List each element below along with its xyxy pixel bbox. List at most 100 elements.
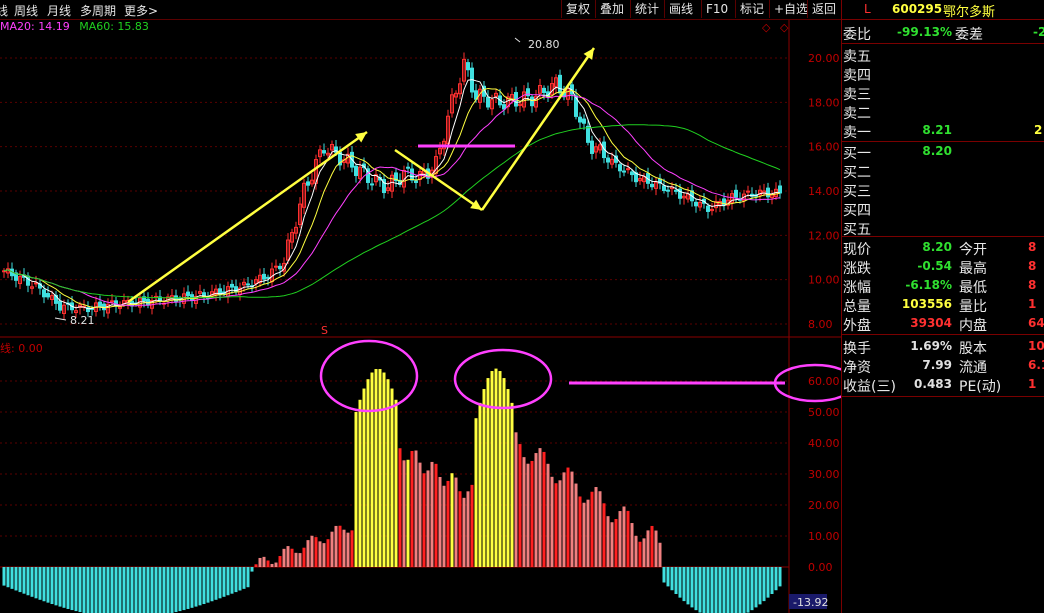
indicator-bar [318, 541, 322, 567]
candle-body [674, 189, 678, 192]
s-marker: S [321, 324, 328, 337]
indicator-bar [166, 567, 170, 613]
stat-value-2: 8 [1028, 259, 1037, 273]
indicator-bar [650, 525, 654, 567]
indicator-bar [342, 529, 346, 567]
stat-value-2: 10.3 [1028, 339, 1044, 353]
indicator-bar [14, 567, 18, 591]
ma60-label: MA60: 15.83 [79, 20, 149, 33]
stat-row: 换手1.69%股本10.3 [842, 337, 1044, 357]
candle-body [734, 189, 738, 198]
ma-legend: MA20: 14.19 MA60: 15.83 [0, 20, 149, 33]
toolbar-item-monthly[interactable]: 月线 [47, 2, 71, 19]
toolbar-button-back[interactable]: 返回 [807, 0, 840, 18]
indicator-bar [406, 459, 410, 567]
indicator-bar [38, 567, 42, 600]
toolbar-item-weekly[interactable]: 周线 [14, 2, 38, 19]
toolbar-button-add-favorite[interactable]: +自选 [769, 0, 812, 18]
indicator-bar [302, 547, 306, 567]
indicator-bar [10, 567, 14, 589]
indicator-bar [174, 567, 178, 613]
toolbar-button-draw[interactable]: 画线 [664, 0, 697, 18]
stat-value-2: 8 [1028, 278, 1037, 292]
stat-row: 总量 103556 量比 1 [842, 295, 1044, 315]
indicator-bar [750, 567, 754, 611]
arrow-rise-1 [127, 130, 368, 304]
indicator-bar [762, 567, 766, 602]
indicator-bar [70, 567, 74, 611]
indicator-bar [674, 567, 678, 594]
candle-body [666, 189, 670, 192]
indicator-bar [578, 496, 582, 567]
indicator-bar [742, 567, 746, 613]
toolbar-button-adjust[interactable]: 复权 [561, 0, 594, 18]
candle-body [186, 291, 190, 297]
stat-value-2: 8 [1028, 240, 1037, 254]
indicator-bar [186, 567, 190, 609]
indicator-bar [614, 519, 618, 567]
indicator-bar [522, 457, 526, 567]
indicator-bar [102, 567, 106, 613]
toolbar-button-stats[interactable]: 统计 [630, 0, 663, 18]
toolbar-button-mark[interactable]: 标记 [735, 0, 768, 18]
quote-panel: L 600295 鄂尔多斯 委比 -99.13% 委差 -2 卖五 卖四 卖三 卖二卖… [841, 0, 1044, 613]
candle-body [278, 265, 282, 270]
toolbar-button-overlay[interactable]: 叠加 [595, 0, 628, 18]
indicator-bar [230, 567, 234, 594]
indicator-bar [562, 472, 566, 567]
indicator-bar [626, 510, 630, 567]
indicator-bar [234, 567, 238, 593]
buy-row-3-label: 买三 [843, 184, 871, 200]
indicator-bar [466, 491, 470, 567]
candle-body [626, 168, 630, 171]
indicator-bar [610, 522, 614, 567]
indicator-bar [198, 567, 202, 606]
indicator-bar [654, 530, 658, 567]
stat-value-2: 1 [1028, 297, 1037, 311]
indicator-bar [178, 567, 182, 612]
sell-row-1-price: 8.21 [922, 123, 952, 137]
indicator-bar [266, 560, 270, 567]
toolbar-item-period[interactable]: 线 [0, 2, 8, 19]
stat-value: -6.18% [905, 278, 952, 292]
candle-body [606, 157, 610, 163]
weicha-label: 委差 [955, 27, 983, 43]
indicator-bar [358, 399, 362, 567]
indicator-bar [290, 548, 294, 567]
indicator-bar [698, 567, 702, 613]
indicator-bar [438, 476, 442, 567]
indicator-bar [274, 562, 278, 567]
stat-label-2: 今开 [959, 242, 987, 258]
indicator-bar [334, 525, 338, 567]
indicator-bar [530, 460, 534, 567]
indicator-bar [6, 567, 10, 588]
indicator-bar [142, 567, 146, 613]
indicator-bar [374, 369, 378, 567]
indicator-bar [778, 567, 782, 587]
indicator-bar [2, 567, 6, 586]
indicator-bar [82, 567, 86, 613]
indicator-bar [78, 567, 82, 613]
indicator-bar [90, 567, 94, 613]
toolbar-button-f10[interactable]: F10 [701, 0, 732, 18]
indicator-bar [30, 567, 34, 597]
candle-body [502, 104, 506, 110]
indicator-bar [62, 567, 66, 608]
toolbar-item-more[interactable]: 更多> [124, 2, 158, 19]
ma10-line [3, 87, 781, 309]
candle-body [274, 265, 278, 268]
indicator-bar [706, 567, 710, 613]
candle-body [618, 164, 622, 172]
toolbar-item-multi-period[interactable]: 多周期 [80, 2, 116, 19]
candle-body [322, 150, 326, 154]
indicator-bar [738, 567, 742, 613]
candle-body [622, 170, 626, 173]
candle-body [246, 283, 250, 286]
indicator-bar [606, 516, 610, 567]
indicator-bar [514, 432, 518, 567]
arrow-pullback-head [470, 199, 482, 210]
indicator-bar [426, 470, 430, 567]
candle-body [414, 180, 418, 183]
kline-chart[interactable]: 20.00 18.00 16.00 14.00 12.00 10.00 8.00 60.00 5… [0, 0, 841, 613]
indicator-bar [498, 371, 502, 567]
